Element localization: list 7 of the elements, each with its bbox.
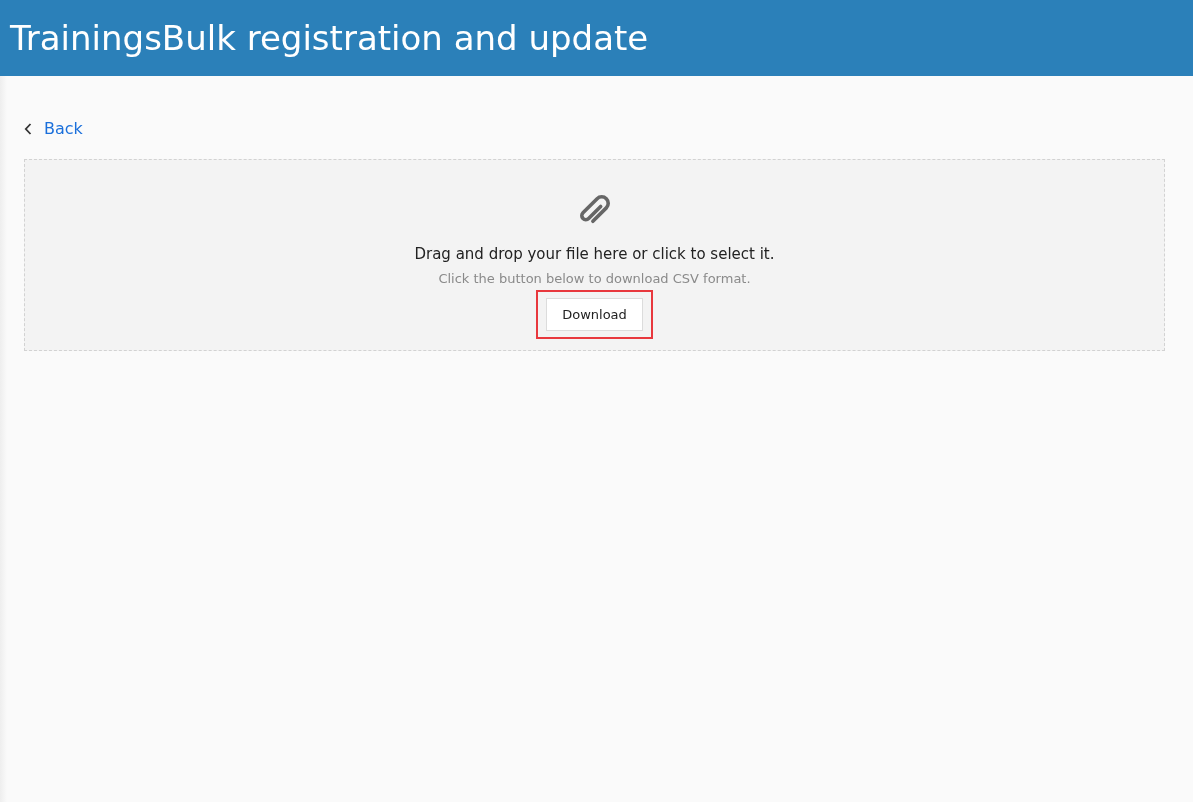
back-link[interactable]: Back: [24, 119, 83, 138]
drop-instruction: Drag and drop your file here or click to select it.: [414, 244, 775, 263]
chevron-left-icon: [24, 122, 32, 135]
csv-hint: Click the button below to download CSV format.: [438, 270, 751, 286]
page-title: TrainingsBulk registration and update: [10, 18, 649, 58]
file-drop-zone[interactable]: Drag and drop your file here or click to select it. Click the button below to download CSV format. Download: [24, 158, 1165, 351]
download-button[interactable]: Download: [546, 297, 643, 331]
